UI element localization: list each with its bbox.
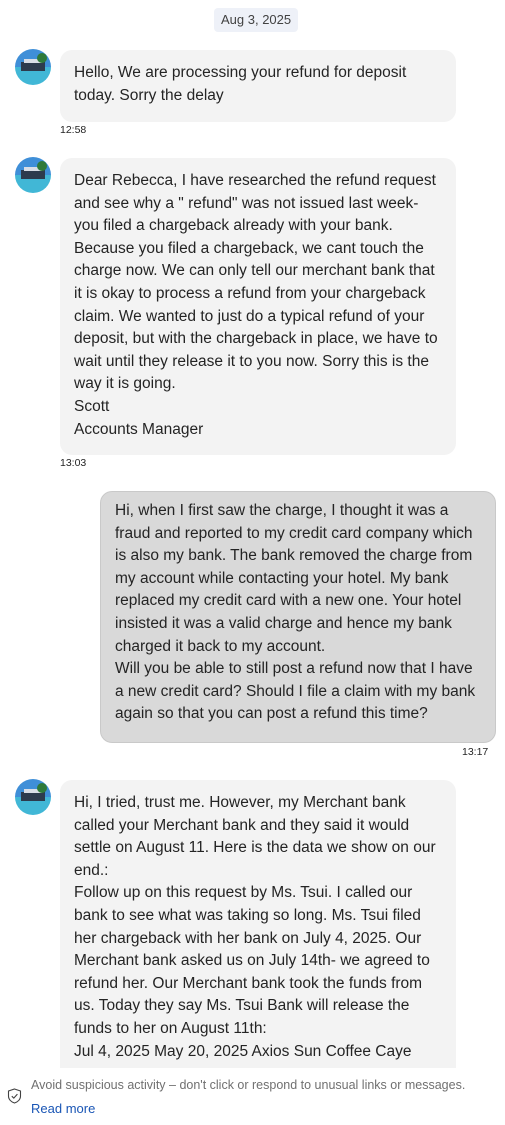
warning-text: Avoid suspicious activity – don't click … xyxy=(31,1078,466,1092)
message-timestamp: 13:03 xyxy=(60,457,87,469)
date-separator: Aug 3, 2025 xyxy=(214,8,299,32)
safety-warning-bar: Avoid suspicious activity – don't click … xyxy=(0,1068,505,1125)
incoming-message: Dear Rebecca, I have researched the refu… xyxy=(60,158,456,455)
sender-avatar[interactable] xyxy=(15,779,51,815)
chat-thread: Aug 3, 2025 Hello, We are processing you… xyxy=(0,0,505,1125)
shield-check-icon xyxy=(7,1088,22,1104)
read-more-link[interactable]: Read more xyxy=(31,1101,95,1116)
avatar-image xyxy=(15,49,51,85)
message-timestamp: 12:58 xyxy=(60,124,87,136)
incoming-message: Hi, I tried, trust me. However, my Merch… xyxy=(60,780,456,1090)
sender-avatar[interactable] xyxy=(15,49,51,85)
message-timestamp: 13:17 xyxy=(462,746,489,758)
outgoing-message: Hi, when I first saw the charge, I thoug… xyxy=(100,491,496,743)
avatar-image xyxy=(15,157,51,193)
sender-avatar[interactable] xyxy=(15,157,51,193)
incoming-message: Hello, We are processing your refund for… xyxy=(60,50,456,122)
avatar-image xyxy=(15,779,51,815)
